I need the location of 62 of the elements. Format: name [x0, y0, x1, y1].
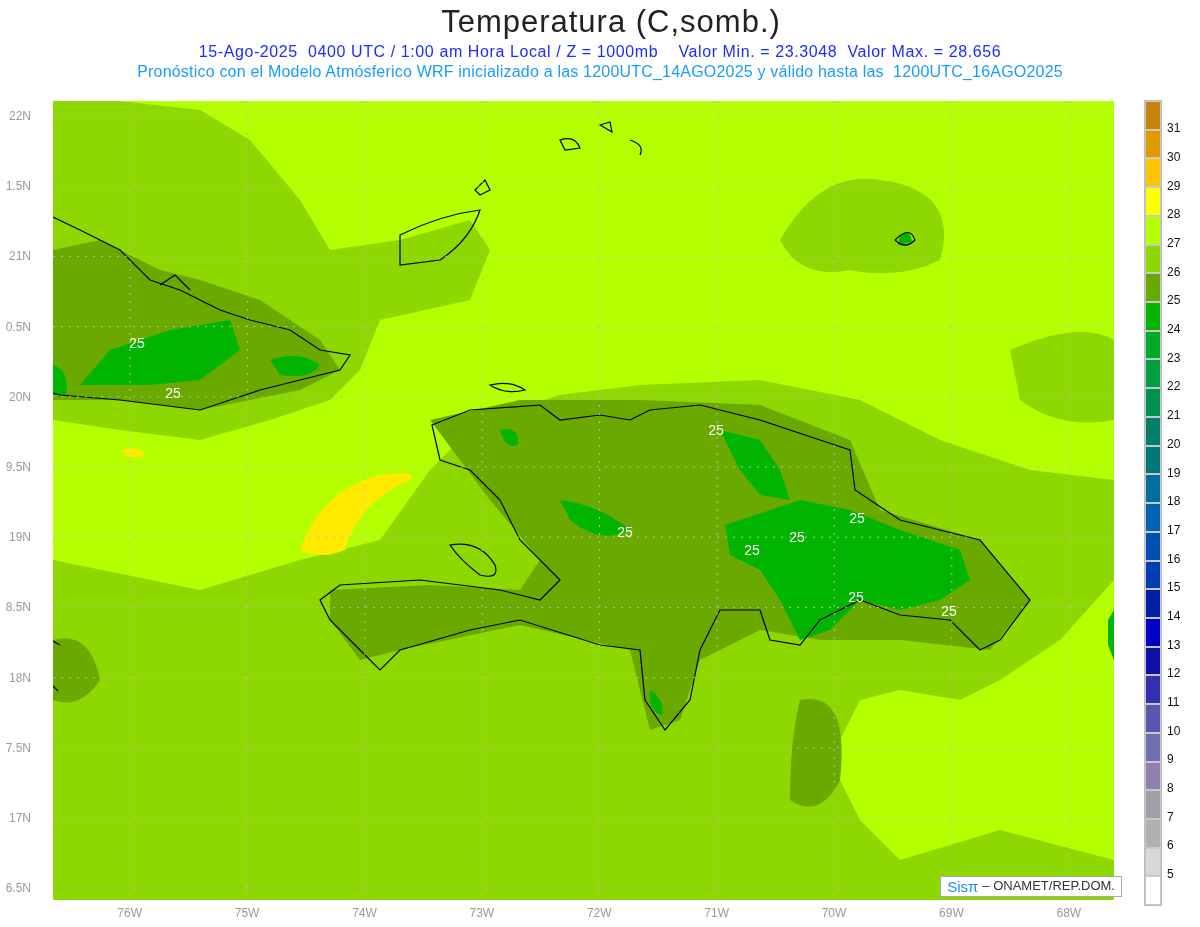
- legend-label: 17: [1167, 521, 1181, 539]
- contour-label: 25: [941, 603, 957, 619]
- latitude-label: 17N: [8, 809, 32, 827]
- longitude-label: 74W: [351, 905, 378, 922]
- map-title: Temperatura (C,somb.): [440, 3, 781, 41]
- latitude-label: 8.5N: [4, 599, 32, 617]
- legend-label: 22: [1167, 378, 1181, 396]
- longitude-label: 68W: [1055, 905, 1083, 922]
- legend-label: 16: [1167, 550, 1181, 568]
- legend-label: 18: [1167, 493, 1181, 511]
- latitude-label: 21N: [8, 248, 32, 266]
- contour-label: 25: [849, 510, 865, 526]
- legend-label: 8: [1167, 780, 1175, 798]
- logo-text: Sisπ: [947, 878, 979, 895]
- longitude-label: 75W: [233, 905, 261, 922]
- legend-label: 31: [1167, 120, 1181, 138]
- legend-label: 30: [1167, 149, 1181, 166]
- longitude-label: 72W: [585, 905, 613, 922]
- longitude-label: 71W: [703, 905, 730, 922]
- legend-label: 28: [1167, 206, 1181, 224]
- longitude-label: 70W: [820, 905, 848, 922]
- legend-label: 29: [1167, 177, 1181, 195]
- legend-label: 6: [1167, 837, 1175, 855]
- latitude-label: 22N: [8, 108, 32, 125]
- legend-label: 25: [1167, 292, 1181, 310]
- legend-label: 10: [1167, 722, 1181, 740]
- contour-label: 25: [789, 529, 805, 545]
- latitude-label: 1.5N: [4, 178, 32, 196]
- legend-label: 14: [1167, 608, 1181, 625]
- contour-label: 25: [165, 385, 181, 401]
- legend-label: 23: [1167, 349, 1181, 367]
- longitude-label: 76W: [116, 905, 144, 922]
- latitude-label: 19N: [8, 529, 32, 547]
- contour-label: 25: [617, 524, 633, 540]
- legend-label: 21: [1167, 407, 1181, 425]
- forecast-time-info: 15-Ago-2025 0400 UTC / 1:00 am Hora Local / Z = 1000mb Valor Min. = 23.3048 Valor Max. = 28.656: [198, 42, 1002, 62]
- legend-label: 12: [1167, 665, 1181, 683]
- contour-label: 25: [708, 422, 724, 438]
- legend-label: 13: [1167, 636, 1181, 654]
- contour-label: 25: [129, 335, 145, 351]
- legend-label: 26: [1167, 263, 1181, 281]
- latitude-label: 6.5N: [4, 880, 32, 898]
- legend-label: 27: [1167, 235, 1181, 253]
- credit-text: – ONAMET/REP.DOM.: [982, 878, 1115, 895]
- legend-label: 20: [1167, 435, 1181, 453]
- latitude-label: 18N: [8, 669, 32, 687]
- longitude-label: 69W: [938, 905, 965, 922]
- legend-label: 11: [1167, 694, 1181, 712]
- latitude-label: 20N: [8, 388, 32, 406]
- legend-label: 5: [1167, 866, 1175, 884]
- legend-label: 24: [1167, 321, 1181, 339]
- latitude-label: 0.5N: [4, 318, 32, 336]
- legend-label: 15: [1167, 579, 1181, 597]
- legend-label: 9: [1167, 751, 1175, 769]
- latitude-label: 9.5N: [4, 458, 32, 476]
- model-info: Pronóstico con el Modelo Atmósferico WRF inicializado a las 1200UTC_14AGO2025 y válido hasta las 1200UTC_16AGO2025: [137, 62, 1063, 82]
- legend-label: 19: [1167, 464, 1181, 482]
- legend-label: 7: [1167, 808, 1175, 826]
- longitude-label: 73W: [468, 905, 496, 922]
- contour-label: 25: [744, 542, 760, 558]
- contour-label: 25: [848, 589, 864, 605]
- latitude-label: 7.5N: [4, 739, 32, 757]
